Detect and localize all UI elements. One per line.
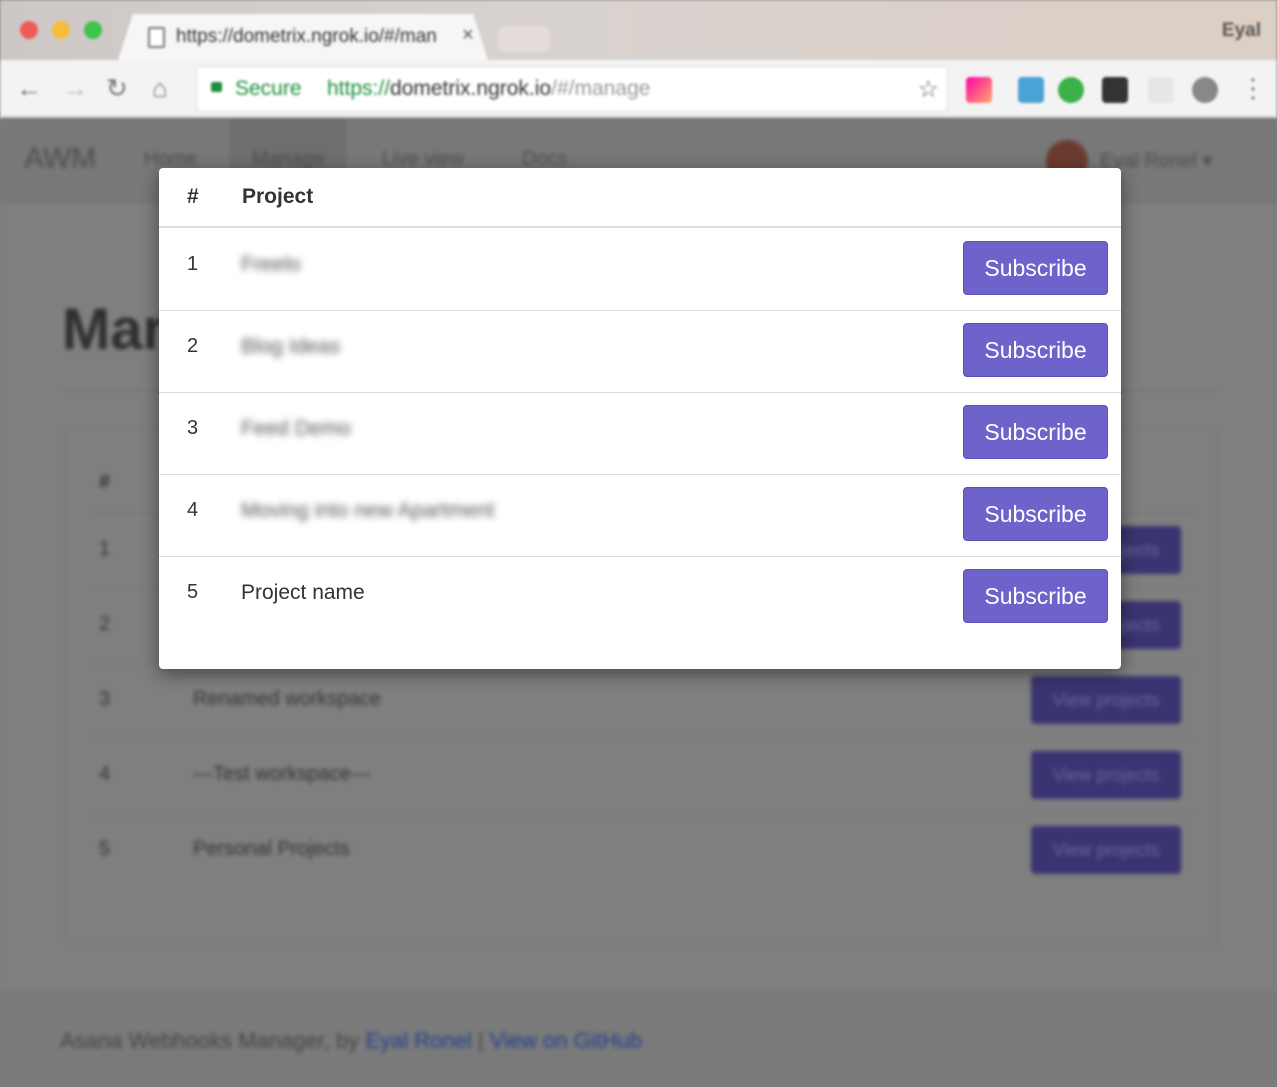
secure-label: Secure: [235, 77, 302, 100]
extension-icon[interactable]: [1058, 77, 1084, 103]
browser-chrome: https://dometrix.ngrok.io/#/manage × Eya…: [0, 0, 1277, 119]
modal-table-header: # Project: [159, 168, 1121, 228]
table-row: 5 Project name Subscribe: [159, 556, 1121, 638]
home-icon[interactable]: ⌂: [152, 74, 168, 102]
table-row: 2 Blog Ideas Subscribe: [159, 310, 1121, 393]
workspace-name: Personal Projects: [193, 838, 350, 860]
lock-icon: [211, 82, 222, 92]
column-header-hash: #: [99, 471, 111, 493]
title-bar: https://dometrix.ngrok.io/#/manage × Eya…: [0, 0, 1277, 60]
table-row: 1 Freelo Subscribe: [159, 228, 1121, 311]
forward-icon[interactable]: →: [62, 74, 88, 102]
back-icon[interactable]: ←: [16, 74, 42, 102]
extension-icon[interactable]: [1018, 77, 1044, 103]
extension-icon[interactable]: [1192, 77, 1218, 103]
table-row: 4 ---Test workspace--- View projects: [89, 738, 1195, 814]
project-name: Freelo: [241, 253, 301, 276]
address-bar[interactable]: Secure https://dometrix.ngrok.io/#/manag…: [196, 66, 948, 112]
row-number: 5: [99, 838, 111, 860]
project-name: Feed Demo: [241, 417, 351, 440]
project-name: Blog Ideas: [241, 335, 341, 358]
document-icon: [148, 27, 165, 48]
tab-close-icon[interactable]: ×: [462, 24, 474, 47]
projects-modal: # Project 1 Freelo Subscribe 2 Blog Idea…: [159, 168, 1121, 669]
row-number: 1: [99, 538, 111, 560]
author-link[interactable]: Eyal Ronel: [365, 1028, 471, 1053]
table-row: 3 Feed Demo Subscribe: [159, 392, 1121, 475]
subscribe-button[interactable]: Subscribe: [963, 241, 1108, 295]
browser-menu-icon[interactable]: ⋮: [1240, 74, 1266, 102]
url-scheme: https://: [327, 77, 391, 100]
project-name: Project name: [241, 581, 365, 604]
browser-toolbar: ← → ↻ ⌂ Secure https://dometrix.ngrok.io…: [0, 60, 1277, 119]
row-number: 3: [99, 688, 111, 710]
footer-separator: |: [471, 1028, 490, 1053]
extension-icon[interactable]: [966, 77, 992, 103]
close-window-button[interactable]: [20, 21, 38, 39]
row-number: 2: [187, 335, 199, 357]
url-text[interactable]: https://dometrix.ngrok.io/#/manage: [327, 77, 650, 101]
row-number: 4: [99, 763, 111, 785]
column-header-project: Project: [242, 185, 314, 208]
url-path: /#/manage: [551, 77, 651, 100]
footer-text: Asana Webhooks Manager, by Eyal Ronel | …: [60, 1028, 642, 1054]
subscribe-button[interactable]: Subscribe: [963, 569, 1108, 623]
browser-profile-name[interactable]: Eyal: [1222, 20, 1261, 42]
extension-icon[interactable]: [1148, 77, 1174, 103]
url-host: dometrix.ngrok.io: [390, 77, 552, 100]
tab-title: https://dometrix.ngrok.io/#/manage: [176, 26, 436, 47]
view-projects-button[interactable]: View projects: [1031, 826, 1181, 874]
subscribe-button[interactable]: Subscribe: [963, 487, 1108, 541]
bookmark-star-icon[interactable]: ☆: [917, 75, 939, 104]
extension-icon[interactable]: [1102, 77, 1128, 103]
reload-icon[interactable]: ↻: [106, 74, 128, 102]
brand-logo[interactable]: AWM: [24, 142, 96, 176]
table-row: 5 Personal Projects View projects: [89, 813, 1195, 889]
footer: Asana Webhooks Manager, by Eyal Ronel | …: [0, 990, 1277, 1087]
column-header-hash: #: [187, 185, 199, 208]
chevron-down-icon: ▾: [1202, 150, 1213, 172]
github-link[interactable]: View on GitHub: [490, 1028, 642, 1053]
row-number: 1: [187, 253, 199, 275]
subscribe-button[interactable]: Subscribe: [963, 323, 1108, 377]
footer-credit: Asana Webhooks Manager, by: [60, 1028, 366, 1053]
browser-tab[interactable]: https://dometrix.ngrok.io/#/manage ×: [118, 14, 488, 60]
row-number: 5: [187, 581, 199, 603]
row-number: 3: [187, 417, 199, 439]
table-row: 4 Moving into new Apartment Subscribe: [159, 474, 1121, 557]
row-number: 4: [187, 499, 199, 521]
view-projects-button[interactable]: View projects: [1031, 676, 1181, 724]
minimize-window-button[interactable]: [52, 21, 70, 39]
new-tab-button[interactable]: [498, 26, 550, 52]
view-projects-button[interactable]: View projects: [1031, 751, 1181, 799]
subscribe-button[interactable]: Subscribe: [963, 405, 1108, 459]
zoom-window-button[interactable]: [84, 21, 102, 39]
row-number: 2: [99, 613, 111, 635]
table-row: 3 Renamed workspace View projects: [89, 663, 1195, 739]
workspace-name: Renamed workspace: [193, 688, 381, 710]
project-name: Moving into new Apartment: [241, 499, 495, 522]
workspace-name: ---Test workspace---: [193, 763, 371, 785]
